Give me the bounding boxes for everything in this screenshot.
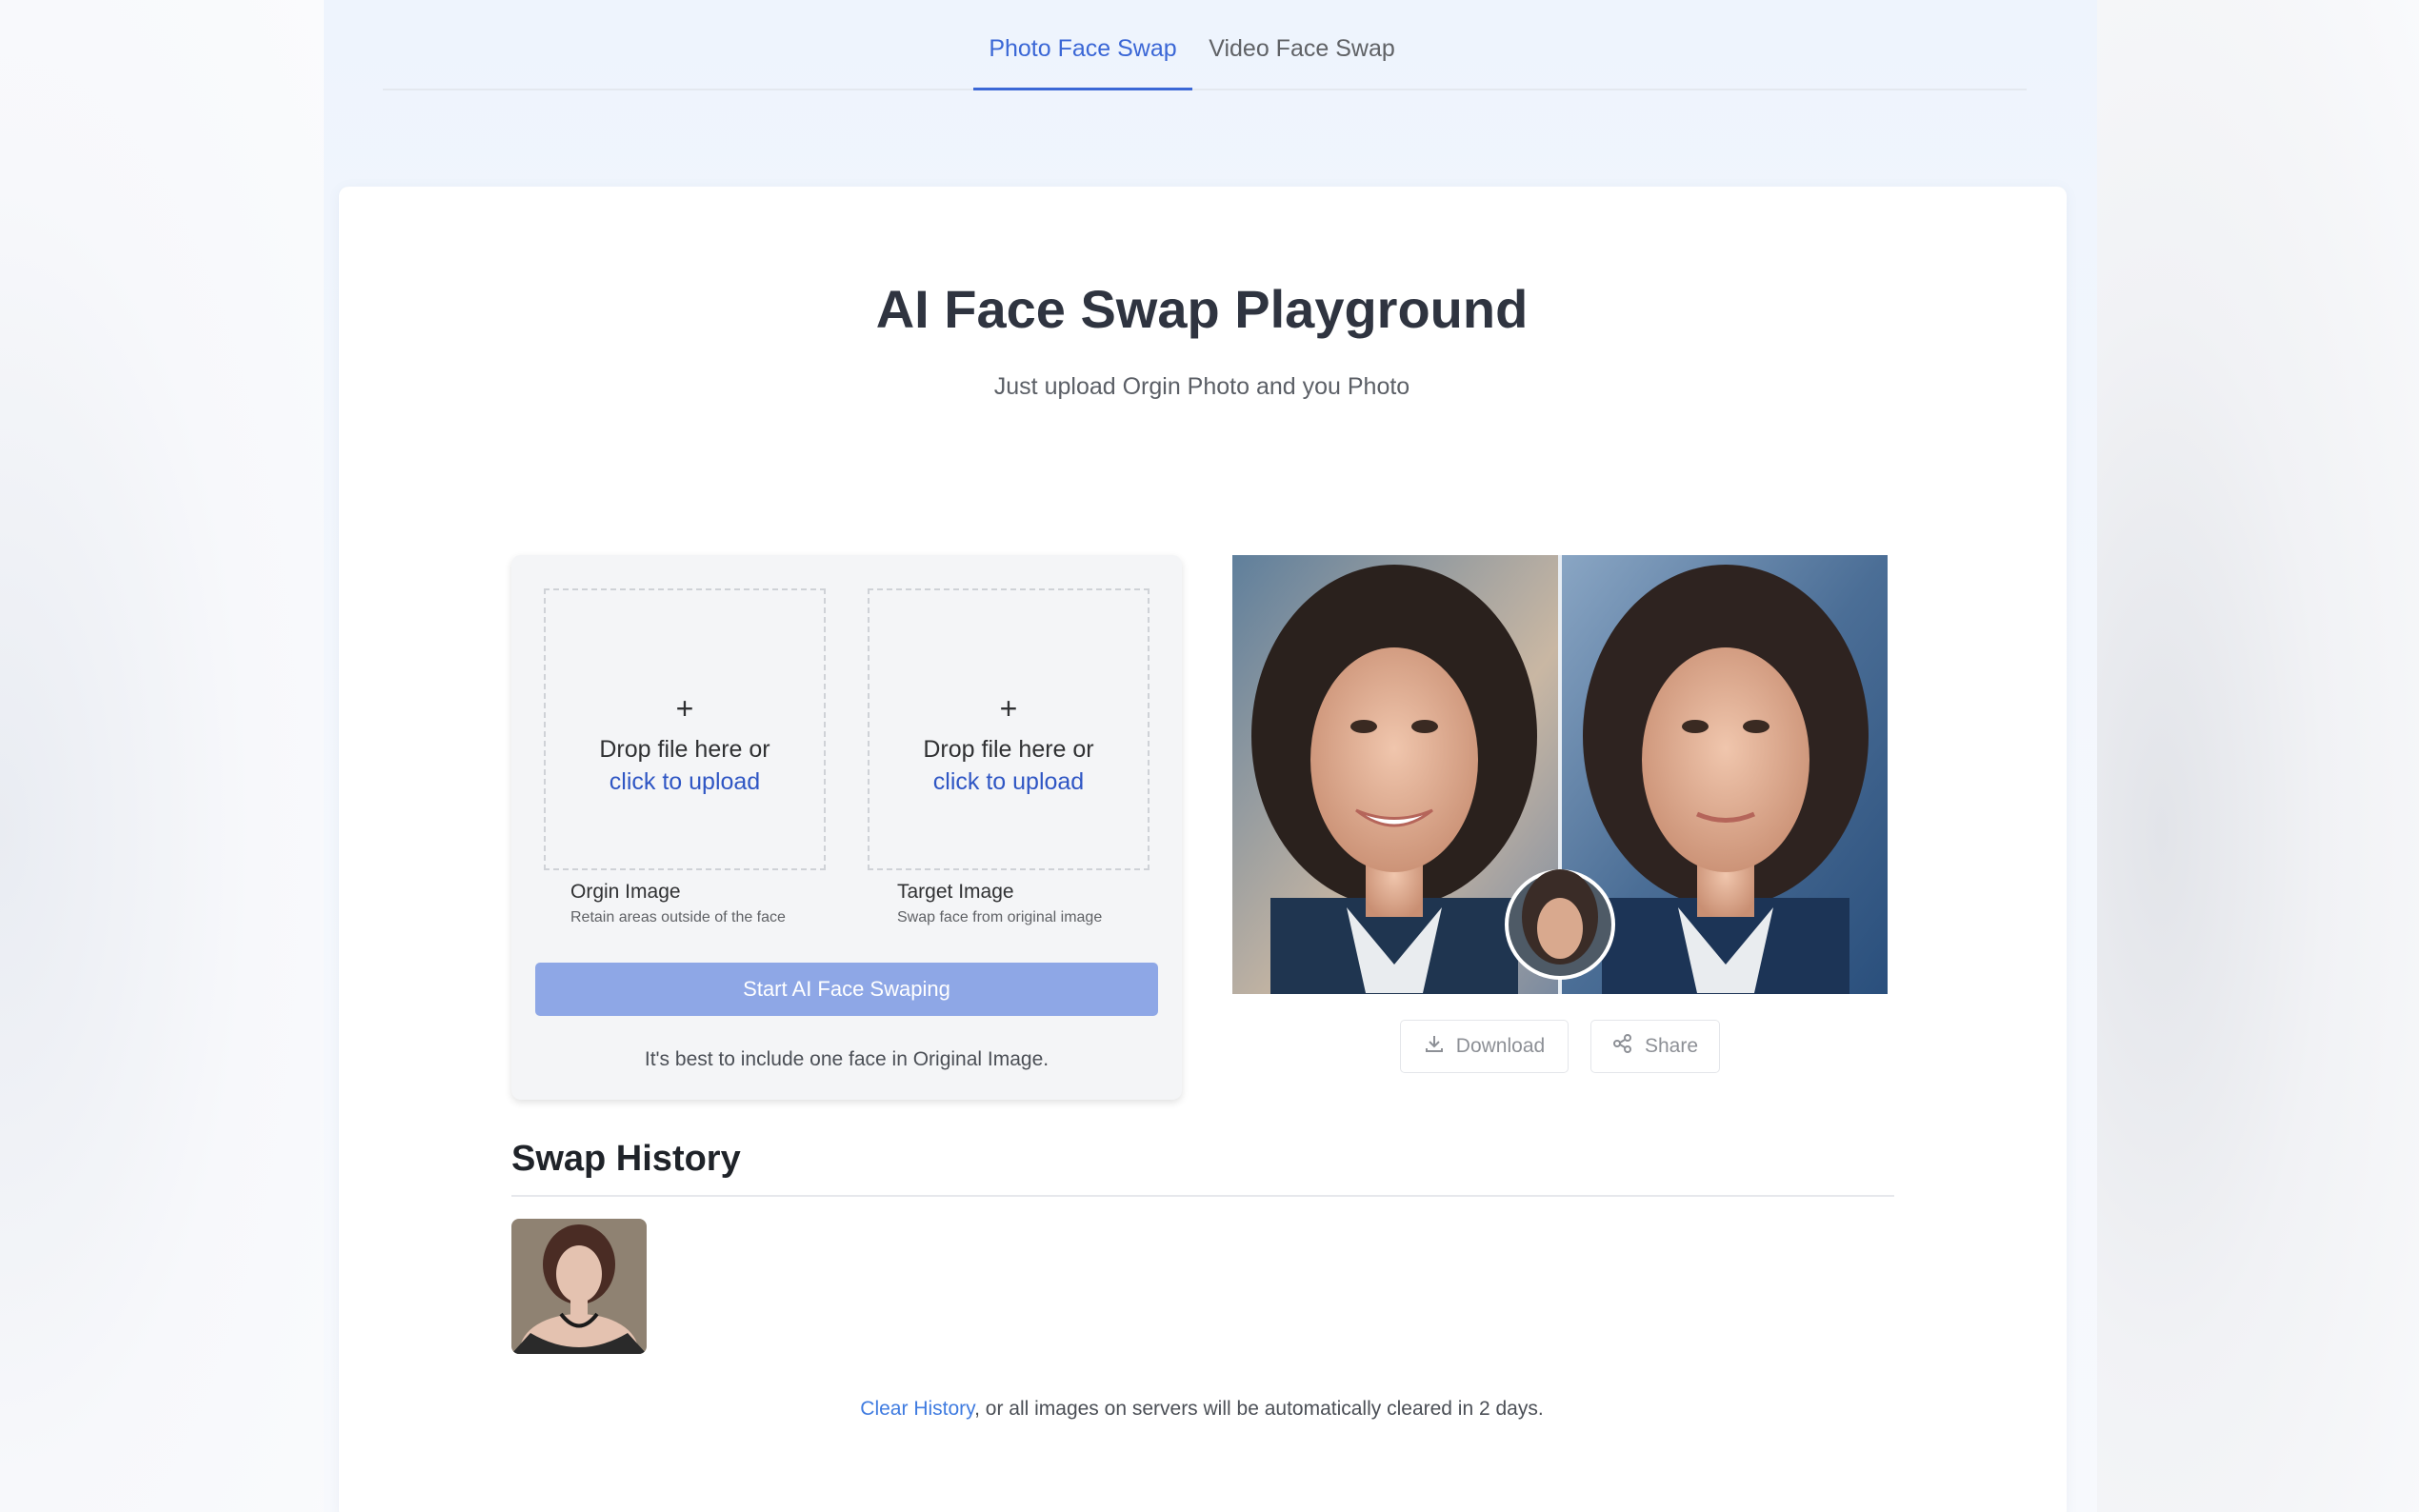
page-title: AI Face Swap Playground bbox=[875, 279, 1529, 339]
drop-text: Drop file here or bbox=[599, 736, 770, 763]
upload-panel: + Drop file here or click to upload + Dr… bbox=[511, 555, 1182, 1100]
share-label: Share bbox=[1644, 1035, 1699, 1057]
click-to-upload-link[interactable]: click to upload bbox=[870, 766, 1148, 798]
clear-history-link[interactable]: Clear History bbox=[860, 1398, 974, 1420]
target-image-dropzone[interactable]: + Drop file here or click to upload bbox=[868, 588, 1150, 870]
origin-image-sublabel: Retain areas outside of the face bbox=[570, 909, 786, 925]
origin-image-label: Orgin Image bbox=[570, 881, 681, 903]
swap-history-title: Swap History bbox=[511, 1139, 741, 1179]
page-subtitle: Just upload Orgin Photo and you Photo bbox=[993, 373, 1410, 400]
drop-text: Drop file here or bbox=[923, 736, 1094, 763]
tab-video-face-swap[interactable]: Video Face Swap bbox=[1202, 0, 1402, 90]
preview-image bbox=[1232, 555, 1888, 994]
share-icon bbox=[1612, 1033, 1633, 1060]
mode-tabs: Photo Face Swap Video Face Swap bbox=[383, 0, 2027, 90]
download-button[interactable]: Download bbox=[1400, 1020, 1569, 1073]
history-note: Clear History, or all images on servers … bbox=[0, 1398, 2404, 1421]
start-face-swap-button[interactable]: Start AI Face Swaping bbox=[535, 963, 1158, 1016]
target-image-sublabel: Swap face from original image bbox=[897, 909, 1103, 925]
click-to-upload-link[interactable]: click to upload bbox=[546, 766, 824, 798]
plus-icon: + bbox=[999, 691, 1018, 726]
right-background bbox=[2097, 0, 2419, 1512]
history-note-text: , or all images on servers will be autom… bbox=[974, 1398, 1544, 1420]
download-icon bbox=[1424, 1033, 1445, 1060]
target-image-label: Target Image bbox=[897, 881, 1014, 903]
download-label: Download bbox=[1455, 1035, 1546, 1057]
tab-photo-face-swap[interactable]: Photo Face Swap bbox=[973, 0, 1192, 90]
share-button[interactable]: Share bbox=[1590, 1020, 1720, 1073]
divider bbox=[511, 1195, 1894, 1197]
origin-image-dropzone[interactable]: + Drop file here or click to upload bbox=[544, 588, 826, 870]
upload-tip: It's best to include one face in Origina… bbox=[644, 1048, 1050, 1070]
plus-icon: + bbox=[675, 691, 694, 726]
left-background bbox=[0, 0, 324, 1512]
history-thumbnail[interactable] bbox=[511, 1219, 647, 1354]
